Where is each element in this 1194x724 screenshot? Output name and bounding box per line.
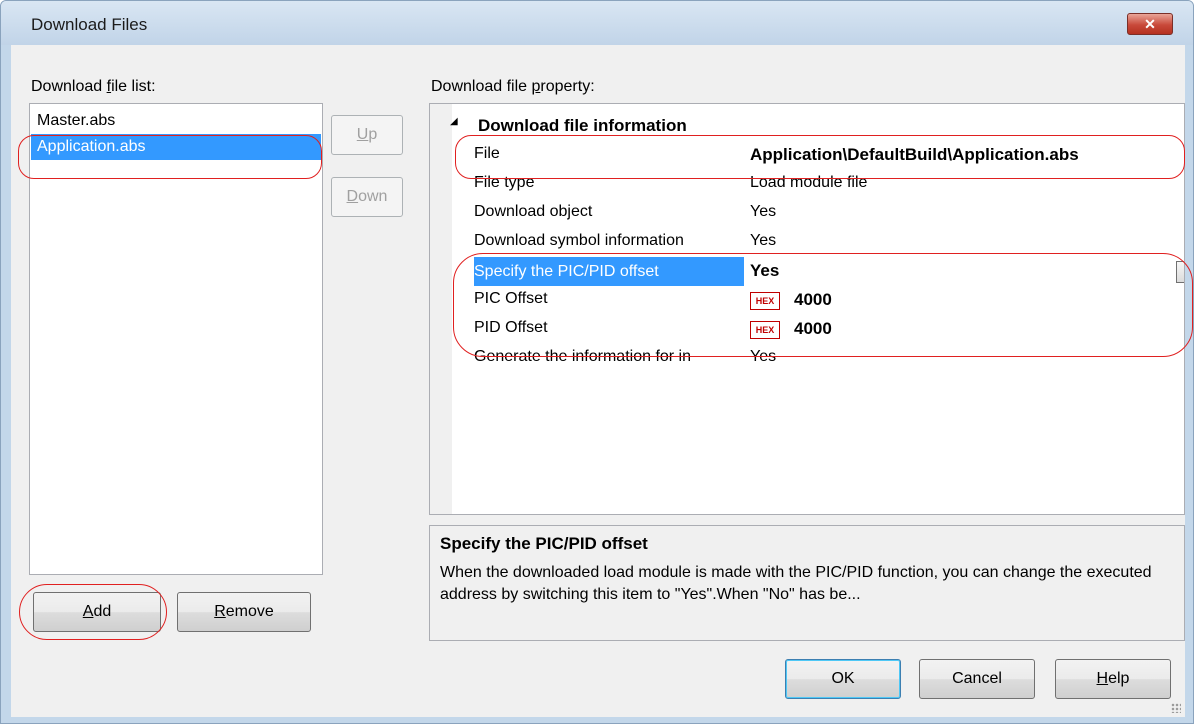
category-label: Download file information bbox=[478, 116, 687, 135]
property-row-pic-pid[interactable]: Specify the PIC/PID offset Yes ▼ bbox=[452, 257, 1184, 286]
property-value-pid-offset: 4000 bbox=[794, 319, 832, 338]
remove-button[interactable]: Remove bbox=[177, 592, 311, 632]
list-item-application[interactable]: Application.abs bbox=[31, 134, 321, 160]
property-name-download-symbol: Download symbol information bbox=[474, 232, 684, 249]
title-bar: Download Files ✕ bbox=[1, 1, 1193, 45]
property-name-download-object: Download object bbox=[474, 203, 593, 220]
property-name-file: File bbox=[474, 145, 500, 162]
property-value-download-symbol: Yes bbox=[750, 232, 777, 249]
dropdown-button[interactable]: ▼ bbox=[1176, 261, 1184, 283]
up-button[interactable]: Up bbox=[331, 115, 403, 155]
resize-grip-icon[interactable] bbox=[1171, 703, 1181, 713]
close-icon: ✕ bbox=[1144, 16, 1156, 32]
property-value-download-object: Yes bbox=[750, 203, 777, 220]
property-name-generate-info: Generate the information for in bbox=[474, 348, 692, 365]
property-row-download-object[interactable]: Download object Yes bbox=[452, 199, 1184, 228]
property-value-pic-offset: 4000 bbox=[794, 290, 832, 309]
hex-icon: HEX bbox=[750, 320, 780, 339]
property-name-pic-pid: Specify the PIC/PID offset bbox=[474, 257, 744, 286]
property-description-panel: Specify the PIC/PID offset When the down… bbox=[429, 525, 1185, 641]
property-name-pid-offset: PID Offset bbox=[474, 319, 548, 336]
property-row-pic-offset[interactable]: PIC Offset HEX 4000 bbox=[452, 286, 1184, 315]
chevron-down-icon: ▼ bbox=[1182, 266, 1184, 277]
property-row-download-symbol[interactable]: Download symbol information Yes bbox=[452, 228, 1184, 257]
description-text: When the downloaded load module is made … bbox=[440, 564, 1152, 603]
property-name-pic-offset: PIC Offset bbox=[474, 290, 548, 307]
dialog-title: Download Files bbox=[31, 15, 148, 34]
help-button[interactable]: Help bbox=[1055, 659, 1171, 699]
download-file-property-label: Download file property: bbox=[431, 78, 595, 95]
hex-icon: HEX bbox=[750, 291, 780, 310]
property-value-pic-offset-wrap[interactable]: HEX 4000 bbox=[750, 290, 832, 310]
download-files-dialog: Download Files ✕ Download file list: Mas… bbox=[0, 0, 1194, 724]
property-value-file: Application\DefaultBuild\Application.abs bbox=[750, 145, 1079, 164]
collapse-toggle-icon[interactable]: ◢ bbox=[450, 116, 458, 127]
property-grid[interactable]: ◢ Download file information File Applica… bbox=[429, 103, 1185, 515]
cancel-button[interactable]: Cancel bbox=[919, 659, 1035, 699]
ok-button[interactable]: OK bbox=[785, 659, 901, 699]
dialog-client-area: Download file list: Master.abs Applicati… bbox=[11, 45, 1185, 717]
property-value-generate-info: Yes bbox=[750, 348, 777, 365]
property-value-pic-pid[interactable]: Yes bbox=[750, 261, 779, 281]
category-row[interactable]: ◢ Download file information bbox=[450, 112, 1184, 141]
property-row-pid-offset[interactable]: PID Offset HEX 4000 bbox=[452, 315, 1184, 344]
download-file-list-label: Download file list: bbox=[31, 78, 156, 95]
property-value-pid-offset-wrap[interactable]: HEX 4000 bbox=[750, 319, 832, 339]
property-row-file-type[interactable]: File type Load module file bbox=[452, 170, 1184, 199]
close-button[interactable]: ✕ bbox=[1127, 13, 1173, 35]
description-title: Specify the PIC/PID offset bbox=[440, 534, 648, 553]
list-item-master[interactable]: Master.abs bbox=[31, 108, 321, 134]
property-grid-gutter bbox=[430, 104, 452, 514]
down-button[interactable]: Down bbox=[331, 177, 403, 217]
property-value-file-type: Load module file bbox=[750, 174, 868, 191]
property-row-generate-info[interactable]: Generate the information for in Yes bbox=[452, 344, 1184, 373]
add-button[interactable]: Add bbox=[33, 592, 161, 632]
download-file-list[interactable]: Master.abs Application.abs bbox=[29, 103, 323, 575]
property-row-file[interactable]: File Application\DefaultBuild\Applicatio… bbox=[452, 141, 1184, 170]
property-name-file-type: File type bbox=[474, 174, 535, 191]
